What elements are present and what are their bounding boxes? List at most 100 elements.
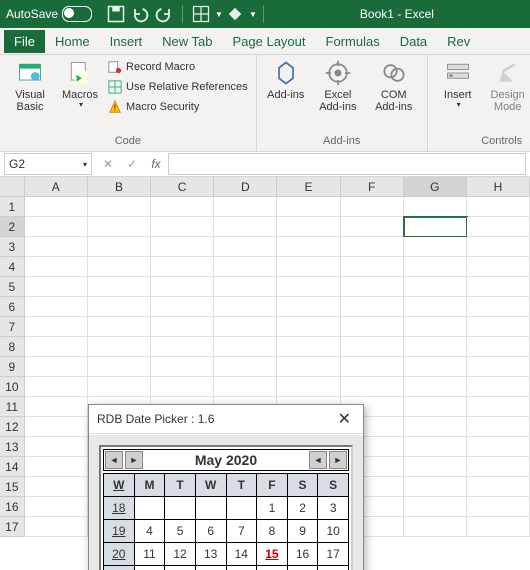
- calendar-day[interactable]: 9: [287, 520, 318, 543]
- cell[interactable]: [25, 417, 88, 437]
- cell[interactable]: [25, 197, 88, 217]
- cell[interactable]: [404, 357, 467, 377]
- record-macro-button[interactable]: Record Macro: [106, 59, 250, 75]
- cell[interactable]: [467, 257, 530, 277]
- cell[interactable]: [467, 417, 530, 437]
- cell[interactable]: [25, 397, 88, 417]
- calendar-day[interactable]: 16: [287, 543, 318, 566]
- cell[interactable]: [404, 417, 467, 437]
- cell[interactable]: [151, 257, 214, 277]
- cell[interactable]: [467, 217, 530, 237]
- row-header[interactable]: 9: [0, 357, 25, 377]
- name-box[interactable]: G2▾: [4, 153, 92, 175]
- calendar-week-number[interactable]: 19: [104, 520, 135, 543]
- calendar-day[interactable]: 17: [318, 543, 349, 566]
- cell[interactable]: [25, 297, 88, 317]
- calendar-day[interactable]: 13: [195, 543, 226, 566]
- cell[interactable]: [151, 337, 214, 357]
- cell[interactable]: [404, 377, 467, 397]
- save-icon[interactable]: [106, 4, 126, 24]
- row-header[interactable]: 2: [0, 217, 25, 237]
- calendar-day[interactable]: [195, 497, 226, 520]
- redo-icon[interactable]: [154, 4, 174, 24]
- row-header[interactable]: 3: [0, 237, 25, 257]
- insert-control-button[interactable]: Insert▾: [434, 57, 482, 112]
- row-header[interactable]: 6: [0, 297, 25, 317]
- cell[interactable]: [25, 357, 88, 377]
- worksheet-grid[interactable]: ABCDEFGH 1234567891011121314151617 RDB D…: [0, 177, 530, 537]
- cell[interactable]: [341, 237, 404, 257]
- next-month-button[interactable]: ◄: [309, 451, 327, 469]
- row-header[interactable]: 12: [0, 417, 25, 437]
- cell[interactable]: [25, 377, 88, 397]
- calendar-day[interactable]: 15: [257, 543, 288, 566]
- row-header[interactable]: 15: [0, 477, 25, 497]
- row-header[interactable]: 13: [0, 437, 25, 457]
- cell[interactable]: [214, 297, 277, 317]
- row-header[interactable]: 5: [0, 277, 25, 297]
- cell[interactable]: [404, 457, 467, 477]
- cell[interactable]: [25, 517, 88, 537]
- cell[interactable]: [277, 357, 340, 377]
- cell[interactable]: [404, 217, 467, 237]
- cell[interactable]: [467, 377, 530, 397]
- cell[interactable]: [277, 237, 340, 257]
- cell[interactable]: [404, 277, 467, 297]
- calendar-day[interactable]: 19: [165, 566, 196, 570]
- macro-security-button[interactable]: !Macro Security: [106, 99, 250, 115]
- row-header[interactable]: 17: [0, 517, 25, 537]
- cell[interactable]: [151, 357, 214, 377]
- cell[interactable]: [151, 277, 214, 297]
- excel-addins-button[interactable]: Excel Add-ins: [311, 57, 365, 115]
- cell[interactable]: [214, 237, 277, 257]
- row-header[interactable]: 16: [0, 497, 25, 517]
- calendar-day[interactable]: 2: [287, 497, 318, 520]
- cell[interactable]: [88, 357, 151, 377]
- cell[interactable]: [25, 477, 88, 497]
- autosave-toggle[interactable]: AutoSave: [6, 6, 92, 22]
- calendar-day[interactable]: [226, 497, 257, 520]
- cancel-icon[interactable]: ✕: [96, 157, 120, 171]
- cell[interactable]: [88, 377, 151, 397]
- calendar-day[interactable]: 5: [165, 520, 196, 543]
- cell[interactable]: [467, 517, 530, 537]
- cell[interactable]: [467, 497, 530, 517]
- select-all-button[interactable]: [0, 177, 25, 197]
- cell[interactable]: [214, 377, 277, 397]
- row-header[interactable]: 7: [0, 317, 25, 337]
- use-relative-button[interactable]: Use Relative References: [106, 79, 250, 95]
- tab-data[interactable]: Data: [390, 30, 437, 53]
- calendar-week-number[interactable]: 20: [104, 543, 135, 566]
- calendar-day[interactable]: 7: [226, 520, 257, 543]
- macros-button[interactable]: Macros▾: [56, 57, 104, 112]
- cell[interactable]: [467, 457, 530, 477]
- cell[interactable]: [341, 357, 404, 377]
- row-header[interactable]: 4: [0, 257, 25, 277]
- cell[interactable]: [467, 317, 530, 337]
- cell[interactable]: [277, 217, 340, 237]
- prev-month-button[interactable]: ►: [125, 451, 143, 469]
- cell[interactable]: [25, 337, 88, 357]
- tab-newtab[interactable]: New Tab: [152, 30, 222, 53]
- enter-icon[interactable]: ✓: [120, 157, 144, 171]
- cell[interactable]: [404, 257, 467, 277]
- cell[interactable]: [88, 237, 151, 257]
- tab-review[interactable]: Rev: [437, 30, 480, 53]
- column-header[interactable]: A: [25, 177, 88, 197]
- cell[interactable]: [25, 317, 88, 337]
- chevron-down-icon[interactable]: ▼: [215, 10, 223, 19]
- cell[interactable]: [341, 317, 404, 337]
- row-header[interactable]: 8: [0, 337, 25, 357]
- calendar-day[interactable]: 21: [226, 566, 257, 570]
- cell[interactable]: [467, 197, 530, 217]
- calendar-day[interactable]: 4: [134, 520, 165, 543]
- cell[interactable]: [151, 197, 214, 217]
- design-mode-button[interactable]: Design Mode: [484, 57, 530, 115]
- cell[interactable]: [151, 217, 214, 237]
- chevron-down-icon[interactable]: ▼: [249, 10, 257, 19]
- cell[interactable]: [277, 297, 340, 317]
- prev-year-button[interactable]: ◄: [105, 451, 123, 469]
- cell[interactable]: [404, 337, 467, 357]
- cell[interactable]: [341, 197, 404, 217]
- cell[interactable]: [25, 277, 88, 297]
